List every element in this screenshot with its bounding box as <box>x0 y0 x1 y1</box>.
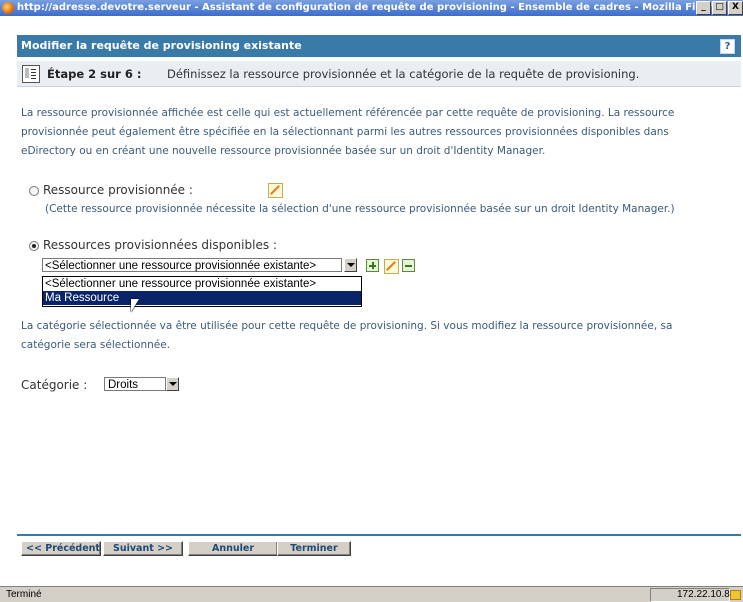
category-label: Catégorie : <box>21 378 88 392</box>
radio-available-resources[interactable] <box>29 241 39 251</box>
category-info-line-2: catégorie sera sélectionnée. <box>21 339 171 351</box>
available-resources-select[interactable]: <Sélectionner une ressource provisionnée… <box>42 258 342 272</box>
chevron-down-icon[interactable] <box>344 258 357 272</box>
category-info-text: La catégorie sélectionnée va être utilis… <box>21 317 721 355</box>
intro-text: La ressource provisionnée affichée est c… <box>21 104 721 161</box>
dialog-title: Modifier la requête de provisioning exis… <box>21 39 302 52</box>
provisioned-resource-label: Ressource provisionnée : <box>43 183 193 197</box>
next-button[interactable]: Suivant >> <box>103 541 183 556</box>
previous-button[interactable]: << Précédent <box>21 541 101 556</box>
cancel-button[interactable]: Annuler <box>188 541 278 556</box>
dialog-header: Modifier la requête de provisioning exis… <box>17 35 741 57</box>
dropdown-option-selected[interactable]: Ma Ressource <box>43 291 361 305</box>
maximize-button[interactable]: □ <box>712 1 727 15</box>
dropdown-option[interactable]: <Sélectionner une ressource provisionnée… <box>43 277 361 291</box>
help-button[interactable]: ? <box>720 39 735 54</box>
mouse-pointer-icon <box>131 299 139 312</box>
category-info-line-1: La catégorie sélectionnée va être utilis… <box>21 320 673 332</box>
edit-pencil-icon[interactable] <box>384 259 399 274</box>
edit-pencil-icon[interactable] <box>268 183 283 198</box>
minimize-button[interactable]: _ <box>696 1 711 15</box>
intro-line-3: eDirectory ou en créant une nouvelle res… <box>21 145 546 157</box>
wizard-step-icon <box>22 65 40 83</box>
available-resources-label: Ressources provisionnées disponibles : <box>43 238 277 252</box>
step-label: Étape 2 sur 6 : <box>47 67 142 81</box>
intro-line-2: provisionnée peut également être spécifi… <box>21 126 669 138</box>
firefox-icon <box>2 2 14 14</box>
close-button[interactable]: X <box>728 1 743 15</box>
intro-line-1: La ressource provisionnée affichée est c… <box>21 107 675 119</box>
category-select[interactable]: Droits <box>104 377 166 391</box>
status-ip: 172.22.10.80 <box>677 589 736 600</box>
window-title: http://adresse.devotre.serveur - Assista… <box>17 2 725 13</box>
provisioned-resource-note: (Cette ressource provisionnée nécessite … <box>45 203 675 215</box>
add-icon[interactable] <box>366 259 379 272</box>
radio-provisioned-resource[interactable] <box>29 186 39 196</box>
step-bar: Étape 2 sur 6 : Définissez la ressource … <box>17 61 741 87</box>
step-description: Définissez la ressource provisionnée et … <box>167 67 640 81</box>
status-text: Terminé <box>6 589 42 600</box>
finish-button[interactable]: Terminer <box>277 541 351 556</box>
remove-icon[interactable] <box>402 259 415 272</box>
footer-divider <box>17 534 741 536</box>
window-controls: _ □ X <box>695 1 743 15</box>
chevron-down-icon[interactable] <box>166 377 179 391</box>
lock-icon <box>730 590 741 600</box>
status-bar: Terminé 172.22.10.80 <box>0 586 743 602</box>
resources-dropdown-list: <Sélectionner une ressource provisionnée… <box>42 276 362 307</box>
window-titlebar: http://adresse.devotre.serveur - Assista… <box>0 0 743 16</box>
